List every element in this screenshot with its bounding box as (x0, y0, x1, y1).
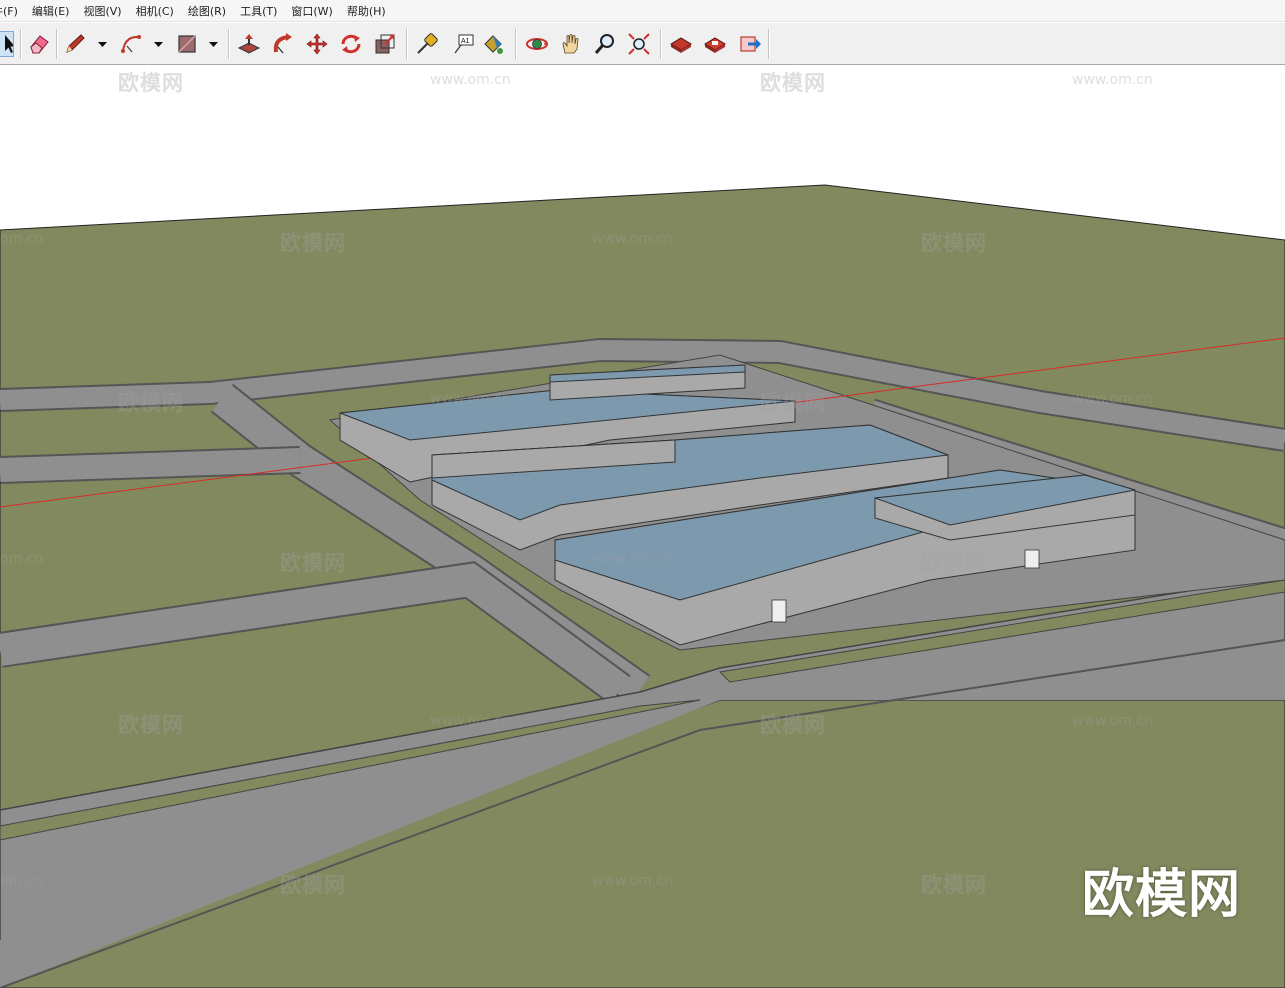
pan-tool[interactable] (558, 31, 584, 57)
menu-file[interactable]: 件(F) (0, 3, 18, 19)
text-label-icon: A1 (454, 34, 474, 54)
rotate-tool[interactable] (338, 31, 364, 57)
3d-warehouse-tool[interactable] (668, 31, 694, 57)
extension-warehouse-tool[interactable] (702, 31, 728, 57)
toolbar-separator (406, 29, 408, 59)
tape-measure-tool[interactable] (414, 31, 440, 57)
toolbar-separator (20, 29, 22, 59)
arrow-cursor-icon (5, 35, 13, 53)
eraser-tool[interactable] (26, 31, 52, 57)
share-model-icon (740, 36, 761, 52)
brand-watermark: 欧模网 (1082, 865, 1242, 925)
arc-tool[interactable] (118, 31, 144, 57)
eraser-icon (30, 35, 49, 54)
menu-draw[interactable]: 绘图(R) (188, 3, 226, 19)
follow-me-icon (273, 33, 292, 54)
extension-warehouse-icon (704, 37, 726, 53)
tape-measure-icon (417, 33, 438, 54)
menu-bar: 件(F) 编辑(E) 视图(V) 相机(C) 绘图(R) 工具(T) 窗口(W)… (0, 0, 1285, 22)
magnifier-icon (594, 34, 614, 54)
arc-icon (121, 35, 141, 53)
zoom-extents-tool[interactable] (626, 31, 652, 57)
select-tool[interactable] (0, 31, 14, 57)
follow-me-tool[interactable] (270, 31, 296, 57)
rectangle-dropdown-chevron-down-icon[interactable] (208, 40, 218, 50)
model-viewport[interactable]: 欧模网 www.om.cn 欧模网 www.om.cn om.cn 欧模网 ww… (0, 65, 1285, 988)
zoom-tool[interactable] (592, 31, 618, 57)
move-arrows-icon (306, 33, 328, 55)
arc-dropdown-chevron-down-icon[interactable] (153, 40, 163, 50)
toolbar-separator (56, 29, 58, 59)
toolbar-separator (768, 29, 770, 59)
toolbar-separator (660, 29, 662, 59)
rotate-icon (341, 34, 361, 54)
move-tool[interactable] (304, 31, 330, 57)
rectangle-tool[interactable] (174, 31, 200, 57)
menu-tools[interactable]: 工具(T) (240, 3, 277, 19)
text-tool-glyph: A1 (461, 38, 470, 45)
pencil-icon (66, 34, 85, 53)
orbit-tool[interactable] (524, 31, 550, 57)
rectangle-icon (178, 35, 196, 53)
toolbar-separator (228, 29, 230, 59)
menu-camera[interactable]: 相机(C) (136, 3, 174, 19)
text-tool[interactable]: A1 (450, 31, 476, 57)
menu-help[interactable]: 帮助(H) (347, 3, 386, 19)
menu-view[interactable]: 视图(V) (83, 3, 121, 19)
paint-bucket-icon (484, 35, 503, 54)
push-pull-tool[interactable] (236, 31, 262, 57)
orbit-icon (526, 38, 548, 50)
scene-canvas (0, 184, 1285, 988)
hand-icon (562, 34, 579, 54)
toolbar-separator (515, 29, 517, 59)
toolbar: A1 (0, 23, 1285, 65)
pencil-tool[interactable] (62, 31, 88, 57)
warehouse-icon (670, 37, 692, 53)
scale-icon (375, 34, 395, 54)
pencil-dropdown-chevron-down-icon[interactable] (97, 40, 107, 50)
paint-bucket-tool[interactable] (480, 31, 506, 57)
zoom-extents-icon (628, 33, 650, 55)
share-model-tool[interactable] (737, 31, 763, 57)
menu-edit[interactable]: 编辑(E) (32, 3, 70, 19)
push-pull-icon (237, 34, 261, 54)
menu-window[interactable]: 窗口(W) (291, 3, 332, 19)
scale-tool[interactable] (372, 31, 398, 57)
